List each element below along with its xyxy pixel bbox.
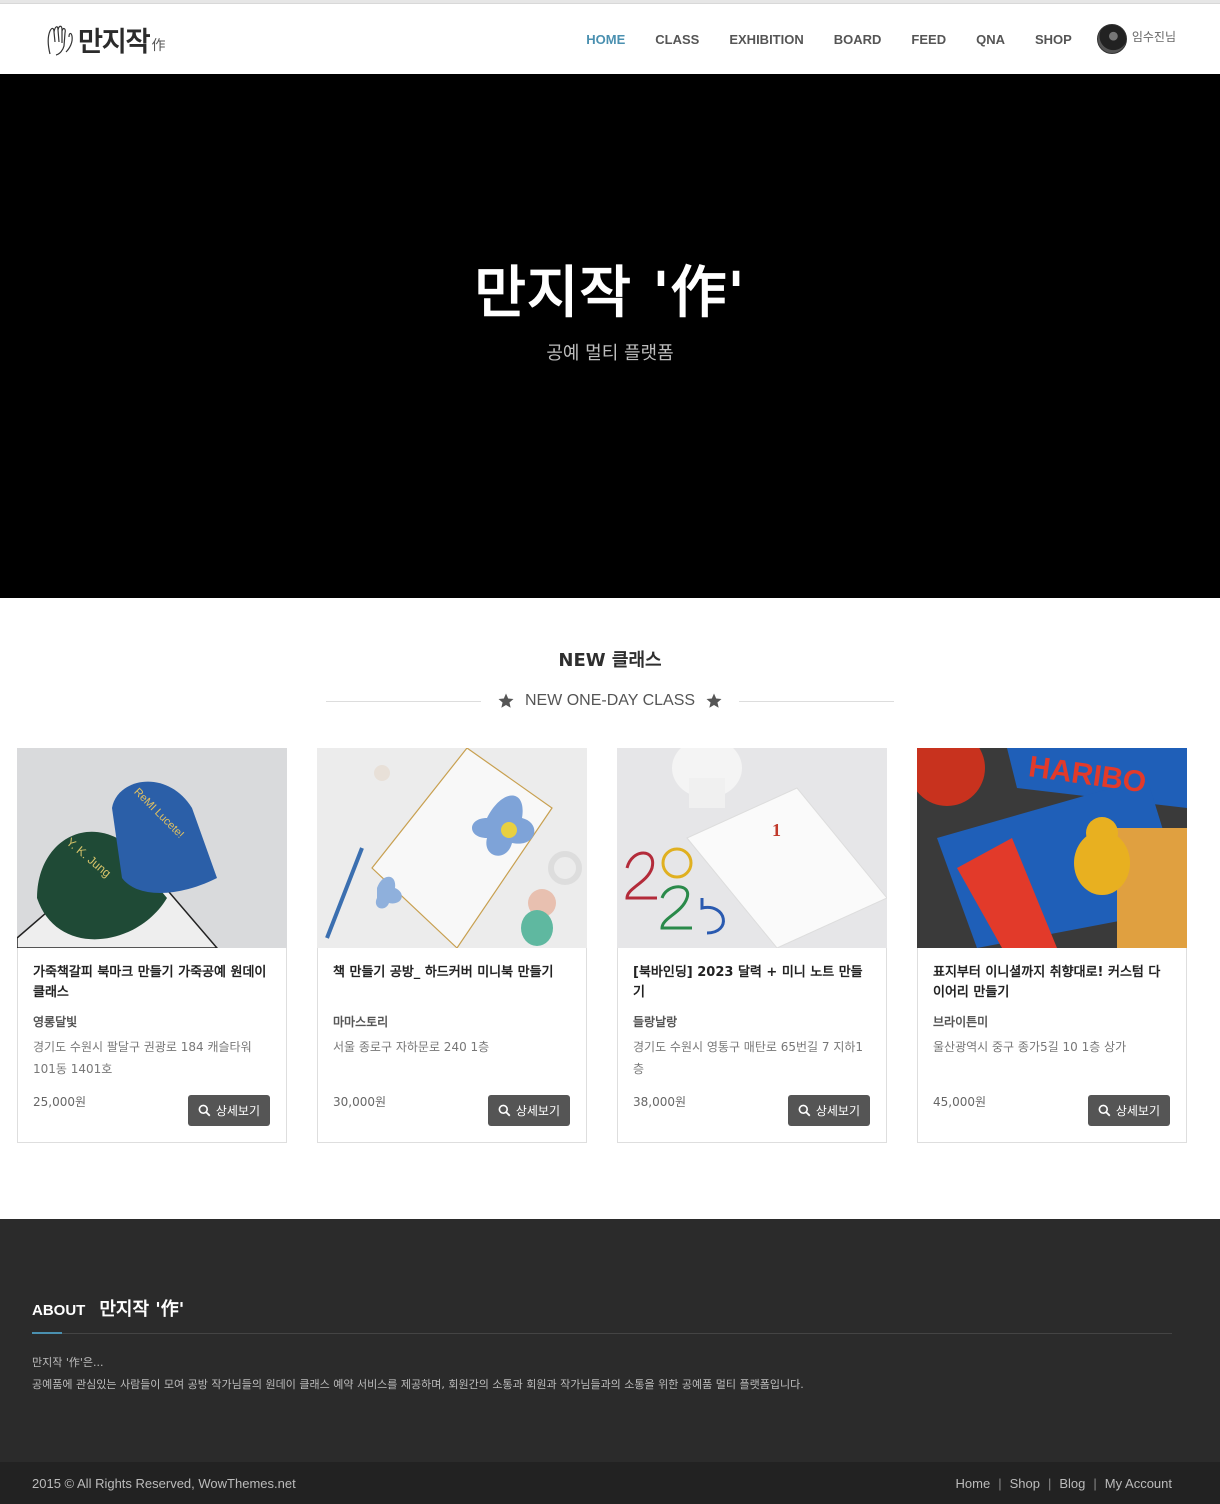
footer-link-my-account[interactable]: My Account bbox=[1105, 1476, 1172, 1491]
shop-name: 마마스토리 bbox=[333, 1015, 389, 1029]
footer-links: Home | Shop | Blog | My Account bbox=[955, 1475, 1172, 1491]
shop-name: 브라이튼미 bbox=[933, 1015, 989, 1029]
hero-title: 만지작 '作' bbox=[474, 260, 746, 326]
logo-text: 만지작 bbox=[78, 26, 151, 58]
about-line-2: 공예품에 관심있는 사람들이 모여 공방 작가님들의 원데이 클래스 예약 서비… bbox=[32, 1378, 804, 1391]
nav-shop[interactable]: SHOP bbox=[1035, 32, 1072, 47]
nav-feed[interactable]: FEED bbox=[911, 32, 946, 47]
search-icon bbox=[198, 1104, 211, 1117]
detail-button[interactable]: 상세보기 bbox=[787, 1095, 870, 1126]
class-title[interactable]: 책 만들기 공방_ 하드커버 미니북 만들기 bbox=[333, 963, 571, 1003]
detail-button[interactable]: 상세보기 bbox=[1087, 1095, 1170, 1126]
hero-banner: 만지작 '作' 공예 멀티 플랫폼 bbox=[0, 74, 1220, 598]
class-price: 38,000원 bbox=[633, 1095, 687, 1109]
footer-bottom-bar: 2015 © All Rights Reserved, WowThemes.ne… bbox=[0, 1462, 1220, 1504]
footer-link-shop[interactable]: Shop bbox=[1010, 1476, 1040, 1491]
class-card[interactable]: HARIBO 표지부터 이니셜까지 취향대로! 커스텀 다이어리 만들기 브라이… bbox=[917, 748, 1187, 1143]
about-title: 만지작 '作' bbox=[99, 1299, 185, 1320]
class-card-list: Y. K. Jung ReMI Lucete! 가죽책갈피 북마크 만들기 가죽… bbox=[0, 710, 1220, 1143]
new-class-section: NEW 클래스 NEW ONE-DAY CLASS Y. K. Jung ReM… bbox=[0, 598, 1220, 1143]
nav-exhibition[interactable]: EXHIBITION bbox=[729, 32, 803, 47]
site-header: 만지작 作 HOME CLASS EXHIBITION BOARD FEED Q… bbox=[0, 4, 1220, 74]
class-price: 30,000원 bbox=[333, 1095, 387, 1109]
class-price: 45,000원 bbox=[933, 1095, 987, 1109]
detail-button-label: 상세보기 bbox=[215, 1104, 260, 1118]
nav-home[interactable]: HOME bbox=[586, 32, 625, 47]
shop-address: 울산광역시 중구 종가5길 10 1층 상가 bbox=[933, 1040, 1127, 1054]
logo-sub: 作 bbox=[151, 38, 166, 54]
section-subtitle: NEW ONE-DAY CLASS bbox=[524, 692, 696, 709]
detail-button[interactable]: 상세보기 bbox=[187, 1095, 270, 1126]
shop-name: 영롱달빛 bbox=[33, 1015, 78, 1029]
shop-name: 들랑날랑 bbox=[633, 1015, 678, 1029]
hands-logo-icon bbox=[47, 25, 73, 56]
search-icon bbox=[498, 1104, 511, 1117]
nav-class[interactable]: CLASS bbox=[655, 32, 699, 47]
footer-link-blog[interactable]: Blog bbox=[1059, 1476, 1085, 1491]
site-footer: ABOUT 만지작 '作' 만지작 '作'은... 공예품에 관심있는 사람들이… bbox=[0, 1219, 1220, 1504]
search-icon bbox=[1098, 1104, 1111, 1117]
search-icon bbox=[798, 1104, 811, 1117]
section-title: NEW 클래스 bbox=[558, 650, 662, 671]
class-title[interactable]: 표지부터 이니셜까지 취향대로! 커스텀 다이어리 만들기 bbox=[933, 963, 1171, 1003]
user-name: 임수진님 bbox=[1131, 29, 1176, 44]
star-icon bbox=[498, 693, 514, 708]
about-block: ABOUT 만지작 '作' 만지작 '作'은... 공예품에 관심있는 사람들이… bbox=[0, 1219, 1220, 1396]
logo[interactable]: 만지작 作 bbox=[44, 20, 166, 59]
divider bbox=[325, 700, 481, 702]
class-card[interactable]: 책 만들기 공방_ 하드커버 미니북 만들기 마마스토리 서울 종로구 자하문로… bbox=[317, 748, 587, 1143]
detail-button[interactable]: 상세보기 bbox=[487, 1095, 570, 1126]
shop-address: 경기도 수원시 영통구 매탄로 65번길 7 지하1층 bbox=[633, 1040, 864, 1076]
user-menu[interactable]: 임수진님 bbox=[1096, 24, 1176, 54]
class-price: 25,000원 bbox=[33, 1095, 87, 1109]
detail-button-label: 상세보기 bbox=[515, 1104, 560, 1118]
calendar-month: 1 bbox=[772, 820, 781, 840]
shop-address: 서울 종로구 자하문로 240 1층 bbox=[333, 1040, 490, 1054]
class-image-leather-bookmark[interactable]: Y. K. Jung ReMI Lucete! bbox=[17, 748, 287, 948]
about-accent-line bbox=[32, 1332, 62, 1334]
class-card[interactable]: 1 [북바인딩] 2023 달력 + 미니 노트 만들기 들랑날랑 경기도 수원… bbox=[617, 748, 887, 1143]
main-nav: HOME CLASS EXHIBITION BOARD FEED QNA SHO… bbox=[556, 24, 1176, 54]
class-title[interactable]: 가죽책갈피 북마크 만들기 가죽공예 원데이클래스 bbox=[33, 963, 271, 1003]
copyright: 2015 © All Rights Reserved, WowThemes.ne… bbox=[32, 1475, 296, 1491]
shop-address: 경기도 수원시 팔달구 권광로 184 캐슬타워 101동 1401호 bbox=[33, 1040, 252, 1076]
about-line-1: 만지작 '作'은... bbox=[32, 1356, 104, 1369]
hero-subtitle: 공예 멀티 플랫폼 bbox=[546, 342, 674, 364]
detail-button-label: 상세보기 bbox=[815, 1104, 860, 1118]
nav-qna[interactable]: QNA bbox=[976, 32, 1005, 47]
class-image-mini-book[interactable] bbox=[317, 748, 587, 948]
class-title[interactable]: [북바인딩] 2023 달력 + 미니 노트 만들기 bbox=[633, 963, 871, 1003]
class-image-custom-diary[interactable]: HARIBO bbox=[917, 748, 1187, 948]
avatar bbox=[1096, 24, 1127, 54]
section-subtitle-row: NEW ONE-DAY CLASS bbox=[0, 692, 1220, 710]
class-image-calendar[interactable]: 1 bbox=[617, 748, 887, 948]
about-label: ABOUT bbox=[32, 1301, 86, 1319]
divider bbox=[739, 700, 895, 702]
star-icon bbox=[706, 693, 722, 708]
class-card[interactable]: Y. K. Jung ReMI Lucete! 가죽책갈피 북마크 만들기 가죽… bbox=[17, 748, 287, 1143]
footer-link-home[interactable]: Home bbox=[956, 1476, 991, 1491]
nav-board[interactable]: BOARD bbox=[834, 32, 882, 47]
detail-button-label: 상세보기 bbox=[1115, 1104, 1160, 1118]
about-text: 만지작 '作'은... 공예품에 관심있는 사람들이 모여 공방 작가님들의 원… bbox=[32, 1352, 1172, 1396]
